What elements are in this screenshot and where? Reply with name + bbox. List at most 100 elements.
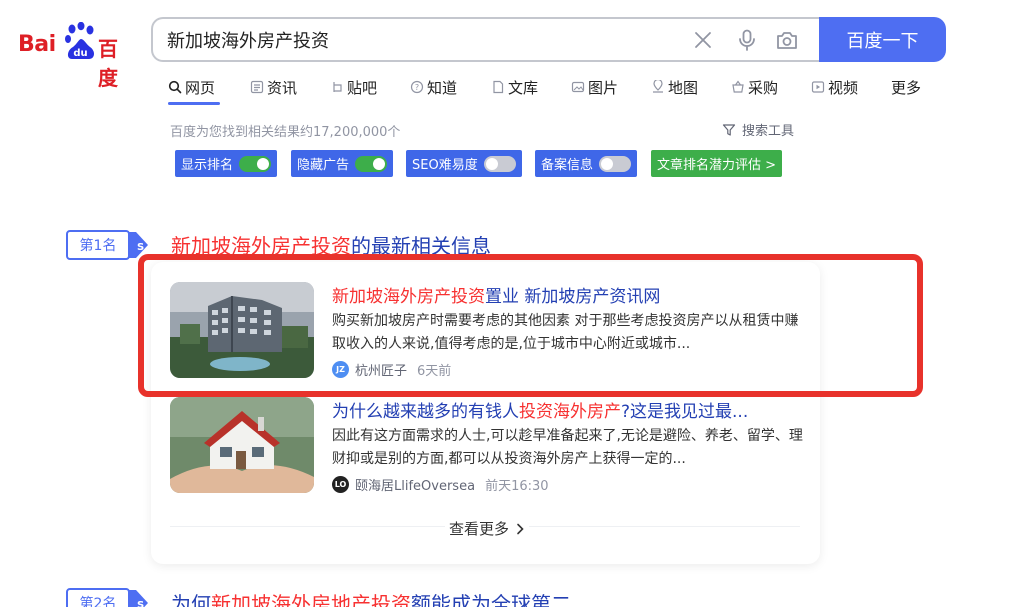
filter-icon [722,123,736,136]
tieba-icon [333,82,342,92]
tab-map[interactable]: 地图 [651,76,698,98]
tab-images[interactable]: 图片 [571,76,618,98]
chip-label: 显示排名 [181,158,234,173]
tab-web[interactable]: 网页 [168,76,215,98]
logo-chinese: 百度 [98,37,118,90]
heading-text: 为何 [171,592,211,607]
result-heading-link[interactable]: 新加坡海外房产投资的最新相关信息 [171,230,491,259]
title-highlight: 投资海外房产 [519,402,621,422]
chip-hide-ads[interactable]: 隐藏广告 [291,150,394,177]
chip-show-rank[interactable]: 显示排名 [175,150,278,177]
svg-text:S: S [137,600,144,607]
news-icon [250,80,264,94]
tab-label: 知道 [427,78,458,97]
active-tab-indicator [168,102,220,105]
chip-label: SEO难易度 [412,158,478,173]
tab-wenku[interactable]: 文库 [491,76,538,98]
rank-label: 第1名 [66,230,130,260]
source-avatar-icon: JZ [332,361,349,378]
view-more-label: 查看更多 [449,520,510,538]
source-name[interactable]: 颐海居LlifeOversea [355,475,475,494]
tab-zhidao[interactable]: ? 知道 [410,76,457,98]
image-icon [571,81,585,93]
toggle-switch-on[interactable] [355,155,388,172]
heading-highlight: 新加坡海外房产投资 [171,234,351,258]
rank-badge: 第2名 S [66,588,150,607]
document-icon [493,80,504,94]
search-icon [168,80,182,94]
tab-news[interactable]: 资讯 [250,76,297,98]
tab-label: 图片 [588,78,619,97]
logo-latin: Bai [18,32,56,57]
tab-purchase[interactable]: 采购 [731,76,778,98]
tab-label: 网页 [185,78,216,97]
news-item-description: 购买新加坡房产时需要考虑的其他因素 对于那些考虑投资房产以从租赁中赚取收入的人来… [332,313,799,352]
publish-time: 6天前 [417,364,452,379]
chip-seo-difficulty[interactable]: SEO难易度 [406,150,522,177]
search-box [151,17,819,62]
search-input[interactable] [167,19,687,60]
title-text: 置业 新加坡房产资讯网 [485,287,661,307]
tab-label: 视频 [828,78,859,97]
news-item-meta: JZ 杭州匠子 6天前 [332,360,451,379]
rank-tag-tail-icon: S [128,232,148,258]
tab-label: 资讯 [267,78,298,97]
camera-icon[interactable] [775,28,799,52]
thumbnail-building-image[interactable] [170,282,314,378]
rank-label: 第2名 [66,588,130,607]
microphone-icon[interactable] [735,28,759,52]
news-item-description: 因此有这方面需求的人士,可以趁早准备起来了,无论是避险、养老、留学、理财抑或是别… [332,428,803,467]
publish-time: 前天16:30 [485,479,549,494]
tab-label: 文库 [508,78,539,97]
clear-icon[interactable] [691,28,715,52]
chip-label: 备案信息 [541,158,594,173]
search-tabs: 网页 资讯 贴吧 ? 知道 文库 图片 地图 采购 视频 更多 [168,76,938,105]
rank-tag-tail-icon: S [128,590,148,607]
news-item-title[interactable]: 新加坡海外房产投资置业 新加坡房产资讯网 [332,282,660,307]
tab-tieba[interactable]: 贴吧 [330,76,377,98]
heading-text: 的最新相关信息 [351,234,491,258]
play-icon [811,81,825,93]
view-more-link[interactable]: 查看更多 [445,518,530,539]
heading-highlight: 新加坡海外房地产投资 [211,592,411,607]
chip-filing-info[interactable]: 备案信息 [535,150,638,177]
toggle-switch-on[interactable] [239,155,272,172]
map-pin-icon [653,80,663,93]
baidu-logo[interactable]: Bai du 百度 [18,22,136,90]
chip-article-rank-potential[interactable]: 文章排名潜力评估 > [651,150,783,177]
toggle-switch-off[interactable] [483,155,516,172]
title-text: 为什么越来越多的有钱人 [332,402,519,422]
tab-label: 采购 [748,78,779,97]
tab-label: 贴吧 [347,78,378,97]
title-text: ?这是我见过最... [621,402,749,422]
toggle-switch-off[interactable] [599,155,632,172]
baidu-results-page: Bai du 百度 百度一下 网页 [0,0,1024,607]
search-tools-button[interactable]: 搜索工具 [722,120,794,139]
result-count: 百度为您找到相关结果约17,200,000个 [170,125,401,140]
search-button[interactable]: 百度一下 [819,17,946,62]
tab-label: 更多 [891,78,922,97]
tab-video[interactable]: 视频 [811,76,858,98]
search-tools-label: 搜索工具 [742,124,795,139]
tab-more[interactable]: 更多 [891,76,921,98]
news-item[interactable]: 为什么越来越多的有钱人投资海外房产?这是我见过最... 因此有这方面需求的人士,… [170,397,810,494]
svg-text:S: S [137,242,144,253]
shopping-basket-icon [732,80,744,93]
source-name[interactable]: 杭州匠子 [355,360,407,379]
thumbnail-house-in-hands-image[interactable] [170,397,314,493]
rank-badge: 第1名 S [66,230,150,260]
source-avatar-icon: LO [332,476,349,493]
question-icon: ? [410,80,424,94]
title-highlight: 新加坡海外房产投资 [332,287,485,307]
result-heading-link[interactable]: 为何新加坡海外房地产投资额能成为全球第二 [171,588,571,607]
chip-label: 文章排名潜力评估 > [657,158,777,173]
chip-label: 隐藏广告 [297,158,350,173]
chevron-right-icon [517,523,524,534]
tab-label: 地图 [668,78,699,97]
logo-paw-text: du [73,48,87,59]
news-item-title[interactable]: 为什么越来越多的有钱人投资海外房产?这是我见过最... [332,397,748,422]
news-item[interactable]: 新加坡海外房产投资置业 新加坡房产资讯网 购买新加坡房产时需要考虑的其他因素 对… [170,282,810,379]
paw-icon: du [65,22,95,59]
news-item-meta: LO 颐海居LlifeOversea 前天16:30 [332,475,549,494]
svg-text:?: ? [415,83,419,92]
